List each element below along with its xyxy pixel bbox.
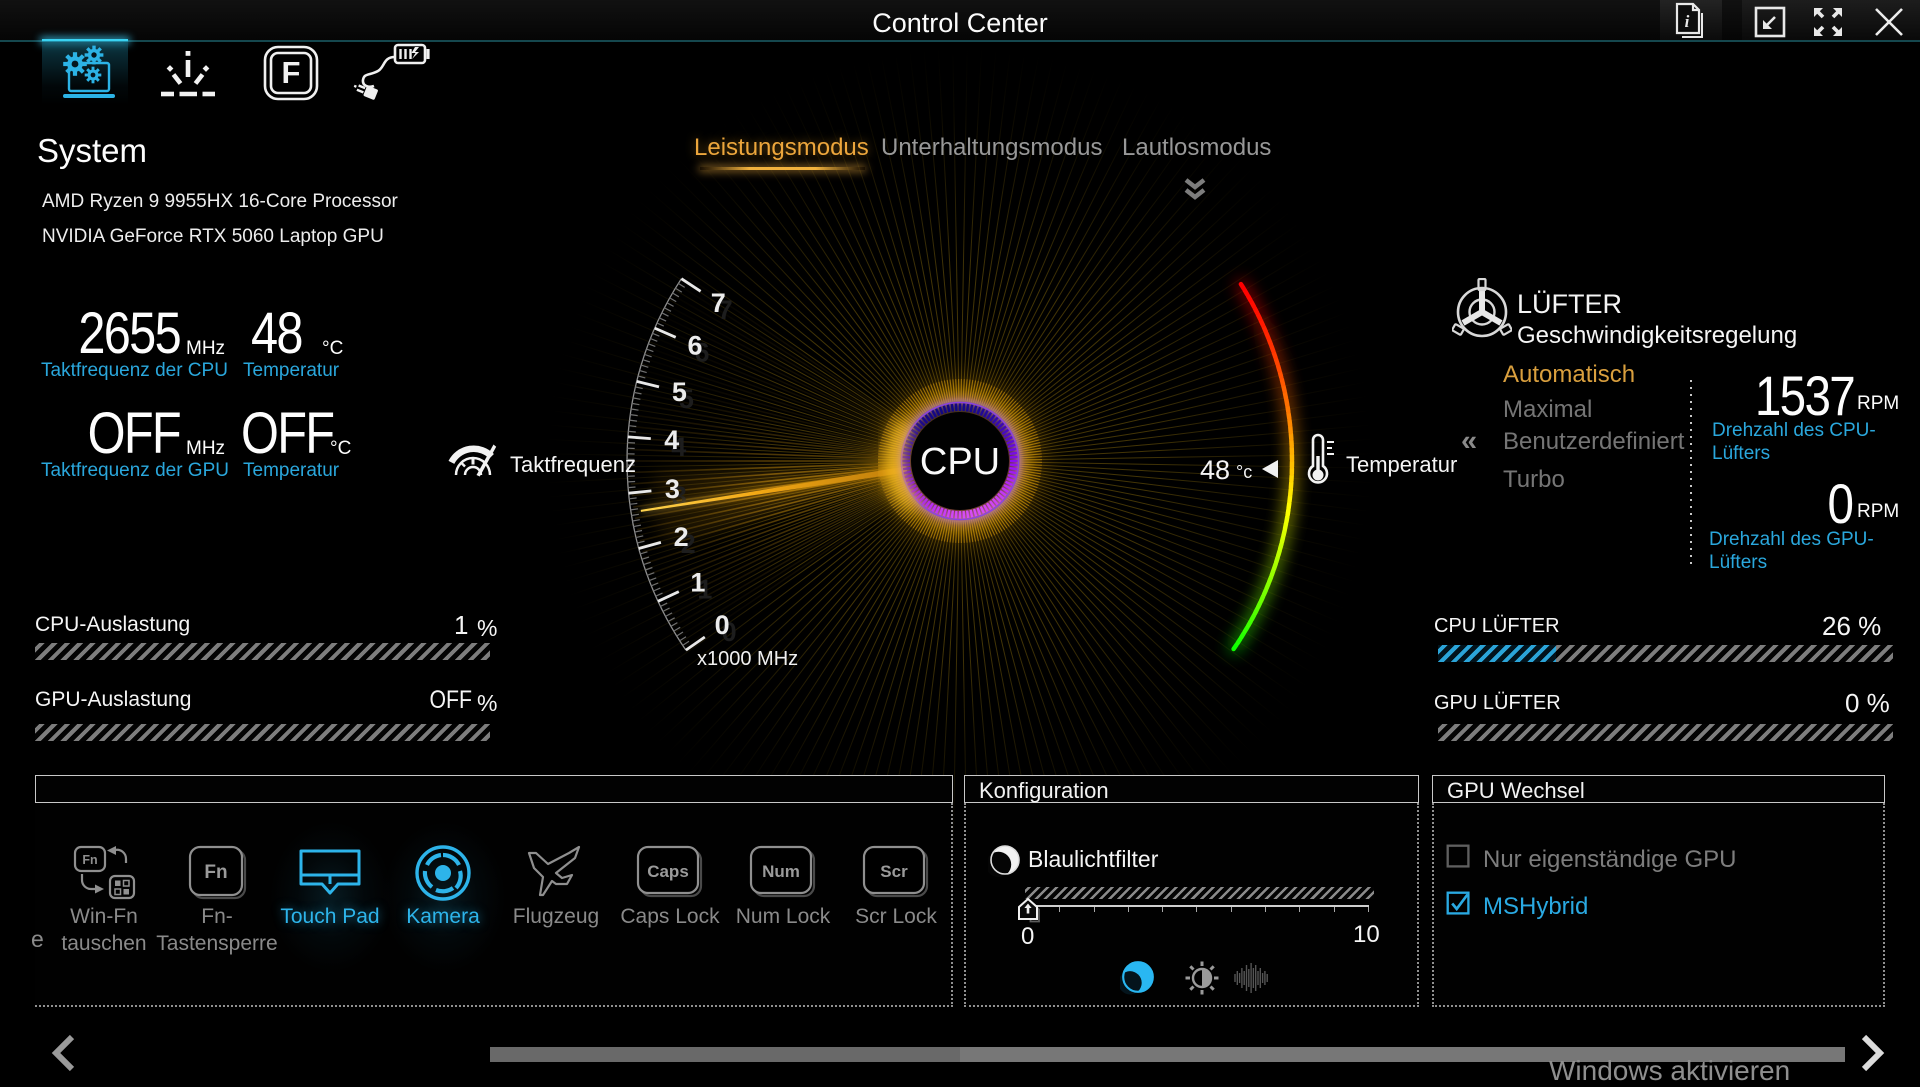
svg-text:5: 5 xyxy=(679,384,694,414)
svg-text:Scr: Scr xyxy=(880,862,908,881)
svg-text:Fn: Fn xyxy=(204,862,227,883)
svg-text:Caps: Caps xyxy=(647,862,689,881)
svg-text:2: 2 xyxy=(681,529,696,559)
svg-text:F: F xyxy=(282,55,301,90)
svg-text:1: 1 xyxy=(690,568,705,598)
svg-text:1: 1 xyxy=(697,575,712,605)
svg-text:3: 3 xyxy=(665,474,680,504)
svg-text:2: 2 xyxy=(674,522,689,552)
svg-text:Num: Num xyxy=(762,862,800,881)
svg-text:CPU: CPU xyxy=(920,441,1000,483)
svg-text:4: 4 xyxy=(664,425,679,455)
svg-text:i: i xyxy=(1685,12,1690,31)
svg-text:0: 0 xyxy=(715,610,730,640)
svg-text:3: 3 xyxy=(672,481,687,511)
svg-text:0: 0 xyxy=(722,617,737,647)
svg-text:Fn: Fn xyxy=(82,853,97,867)
svg-text:4: 4 xyxy=(671,432,686,462)
svg-text:5: 5 xyxy=(672,377,687,407)
svg-text:6: 6 xyxy=(687,331,702,361)
svg-text:6: 6 xyxy=(694,338,709,368)
svg-text:7: 7 xyxy=(711,288,726,318)
svg-text:7: 7 xyxy=(718,295,733,325)
